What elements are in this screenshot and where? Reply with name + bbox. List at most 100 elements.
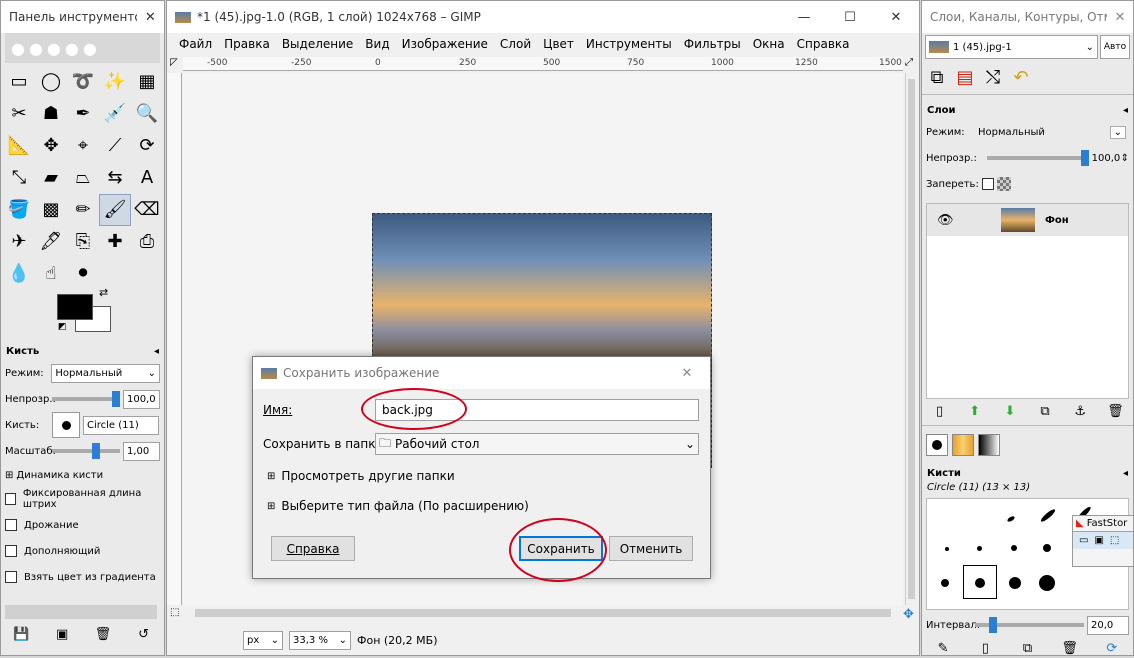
navigate-icon[interactable]: ✥ bbox=[903, 607, 914, 622]
image-select[interactable]: 1 (45).jpg-1 ⌄ bbox=[925, 35, 1098, 59]
option-checkbox[interactable] bbox=[5, 571, 17, 583]
expander-plus-icon[interactable]: ⊞ bbox=[5, 470, 13, 481]
paintbrush-icon[interactable]: 🖌 bbox=[99, 194, 131, 226]
zoom-select[interactable]: 33,3 % ⌄ bbox=[289, 630, 351, 650]
close-icon[interactable]: ✕ bbox=[664, 357, 710, 389]
layer-mode-select[interactable]: Нормальный ⌄ bbox=[975, 123, 1129, 142]
paths-icon[interactable]: ✒ bbox=[67, 98, 99, 130]
vertical-scroll-thumb[interactable] bbox=[908, 79, 915, 599]
tab-brushes[interactable] bbox=[926, 434, 948, 456]
option-checkbox[interactable] bbox=[5, 493, 16, 505]
eraser-icon[interactable]: ⌫ bbox=[131, 194, 163, 226]
brush-preview[interactable] bbox=[1039, 575, 1055, 591]
menu-item[interactable]: Справка bbox=[791, 37, 856, 51]
bucket-fill-icon[interactable]: 🪣 bbox=[3, 194, 35, 226]
rotate-icon[interactable]: ⟳ bbox=[131, 130, 163, 162]
scale-slider-knob[interactable] bbox=[92, 443, 100, 459]
lower-layer-icon[interactable]: ⬇ bbox=[999, 404, 1021, 419]
new-layer-icon[interactable]: ▯ bbox=[929, 404, 951, 419]
measure-icon[interactable]: 📐 bbox=[3, 130, 35, 162]
brush-preview[interactable] bbox=[1043, 544, 1051, 552]
auto-button[interactable]: Авто bbox=[1100, 35, 1130, 59]
cancel-button[interactable]: Отменить bbox=[609, 536, 693, 561]
scale-slider[interactable] bbox=[52, 443, 120, 459]
scale-icon[interactable]: ⤡ bbox=[3, 162, 35, 194]
tab-paths[interactable]: ⤭ bbox=[982, 67, 1004, 88]
brush-option-row[interactable]: Взять цвет из градиента bbox=[1, 564, 164, 590]
free-select-icon[interactable]: ➰ bbox=[67, 66, 99, 98]
interval-input[interactable]: 20,0 bbox=[1087, 615, 1129, 635]
raise-layer-icon[interactable]: ⬆ bbox=[964, 404, 986, 419]
expander-plus-icon[interactable]: ⊞ bbox=[267, 501, 275, 512]
perspective-icon[interactable]: ⏢ bbox=[67, 162, 99, 194]
menu-item[interactable]: Вид bbox=[359, 37, 395, 51]
delete-preset-icon[interactable]: 🗑 bbox=[92, 627, 114, 645]
text-icon[interactable]: A bbox=[131, 162, 163, 194]
brush-option-row[interactable]: Фиксированная длина штрих bbox=[1, 486, 164, 512]
anchor-layer-icon[interactable]: ⚓ bbox=[1069, 404, 1091, 419]
vertical-scrollbar[interactable] bbox=[905, 73, 917, 605]
menu-item[interactable]: Файл bbox=[173, 37, 218, 51]
brush-preview[interactable] bbox=[975, 578, 985, 588]
smudge-icon[interactable]: ☝ bbox=[35, 258, 67, 290]
maximize-icon[interactable]: ☐ bbox=[827, 1, 873, 33]
minimize-icon[interactable]: — bbox=[781, 1, 827, 33]
delete-layer-icon[interactable]: 🗑 bbox=[1104, 404, 1126, 419]
tab-layers[interactable]: ⧉ bbox=[926, 67, 948, 88]
opacity-input[interactable]: 100,0 bbox=[123, 389, 160, 409]
pencil-icon[interactable]: ✏ bbox=[67, 194, 99, 226]
scissors-icon[interactable]: ✂ bbox=[3, 98, 35, 130]
airbrush-icon[interactable]: ✈ bbox=[3, 226, 35, 258]
option-checkbox[interactable] bbox=[5, 545, 17, 557]
menu-item[interactable]: Выделение bbox=[276, 37, 359, 51]
rect-select-icon[interactable]: ▭ bbox=[3, 66, 35, 98]
option-checkbox[interactable] bbox=[5, 519, 17, 531]
brush-option-row[interactable]: Дополняющий bbox=[1, 538, 164, 564]
new-brush-icon[interactable]: ▯ bbox=[974, 641, 996, 656]
menu-item[interactable]: Слой bbox=[494, 37, 537, 51]
file-type-expander[interactable]: ⊞ Выберите тип файла (По расширению) bbox=[267, 499, 529, 513]
menu-item[interactable]: Цвет bbox=[537, 37, 580, 51]
eye-visibility-icon[interactable]: 👁 bbox=[937, 213, 957, 228]
interval-knob[interactable] bbox=[989, 617, 997, 633]
duplicate-brush-icon[interactable]: ⧉ bbox=[1016, 641, 1038, 656]
fuzzy-select-icon[interactable]: ✨ bbox=[99, 66, 131, 98]
menu-item[interactable]: Фильтры bbox=[678, 37, 747, 51]
brush-preview[interactable] bbox=[941, 579, 949, 587]
brush-preview[interactable] bbox=[945, 547, 949, 551]
brush-preview[interactable] bbox=[1039, 507, 1057, 524]
help-button[interactable]: Справка bbox=[271, 536, 355, 561]
close-icon[interactable]: ✕ bbox=[1107, 1, 1133, 33]
reset-icon[interactable]: ↺ bbox=[133, 627, 155, 645]
ink-icon[interactable]: 🖋 bbox=[35, 226, 67, 258]
spin-arrows-icon[interactable]: ⇕ bbox=[1121, 153, 1129, 164]
ellipse-select-icon[interactable]: ◯ bbox=[35, 66, 67, 98]
color-select-icon[interactable]: ▦ bbox=[131, 66, 163, 98]
panel-menu-icon[interactable]: ◂ bbox=[154, 346, 159, 357]
default-colors-icon[interactable]: ◩ bbox=[58, 322, 67, 332]
brush-name-input[interactable]: Circle (11) bbox=[83, 415, 159, 435]
menu-item[interactable]: Изображение bbox=[396, 37, 494, 51]
save-preset-icon[interactable]: 💾 bbox=[10, 627, 32, 645]
tab-gradients[interactable] bbox=[978, 434, 1000, 456]
capture-window-icon[interactable]: ▭ bbox=[1079, 535, 1088, 546]
brush-option-row[interactable]: Дрожание bbox=[1, 512, 164, 538]
perspective-clone-icon[interactable]: ⎙ bbox=[131, 226, 163, 258]
ruler-corner-icon[interactable]: ◸ bbox=[170, 57, 178, 68]
align-icon[interactable]: ⌖ bbox=[67, 130, 99, 162]
horizontal-scroll-thumb[interactable] bbox=[195, 609, 891, 617]
capture-region-icon[interactable]: ⬚ bbox=[1110, 535, 1119, 546]
scale-input[interactable]: 1,00 bbox=[123, 441, 160, 461]
clone-icon[interactable]: ⎘ bbox=[67, 226, 99, 258]
edit-brush-icon[interactable]: ✎ bbox=[932, 641, 954, 656]
dock-titlebar[interactable]: Слои, Каналы, Контуры, Отме... ✕ bbox=[922, 1, 1133, 33]
toolbox-scrollbar[interactable] bbox=[5, 605, 157, 619]
opacity-slider[interactable] bbox=[52, 391, 120, 407]
brush-preview[interactable] bbox=[977, 546, 982, 551]
panel-menu-icon[interactable]: ◂ bbox=[1123, 468, 1128, 479]
expander-plus-icon[interactable]: ⊞ bbox=[267, 471, 275, 482]
lock-alpha-icon[interactable] bbox=[996, 177, 1011, 191]
crop-icon[interactable]: ⟋ bbox=[99, 130, 131, 162]
folder-select[interactable]: 🗀 Рабочий стол ⌄ bbox=[375, 433, 699, 455]
dynamics-row[interactable]: ⊞ Динамика кисти bbox=[1, 464, 164, 486]
